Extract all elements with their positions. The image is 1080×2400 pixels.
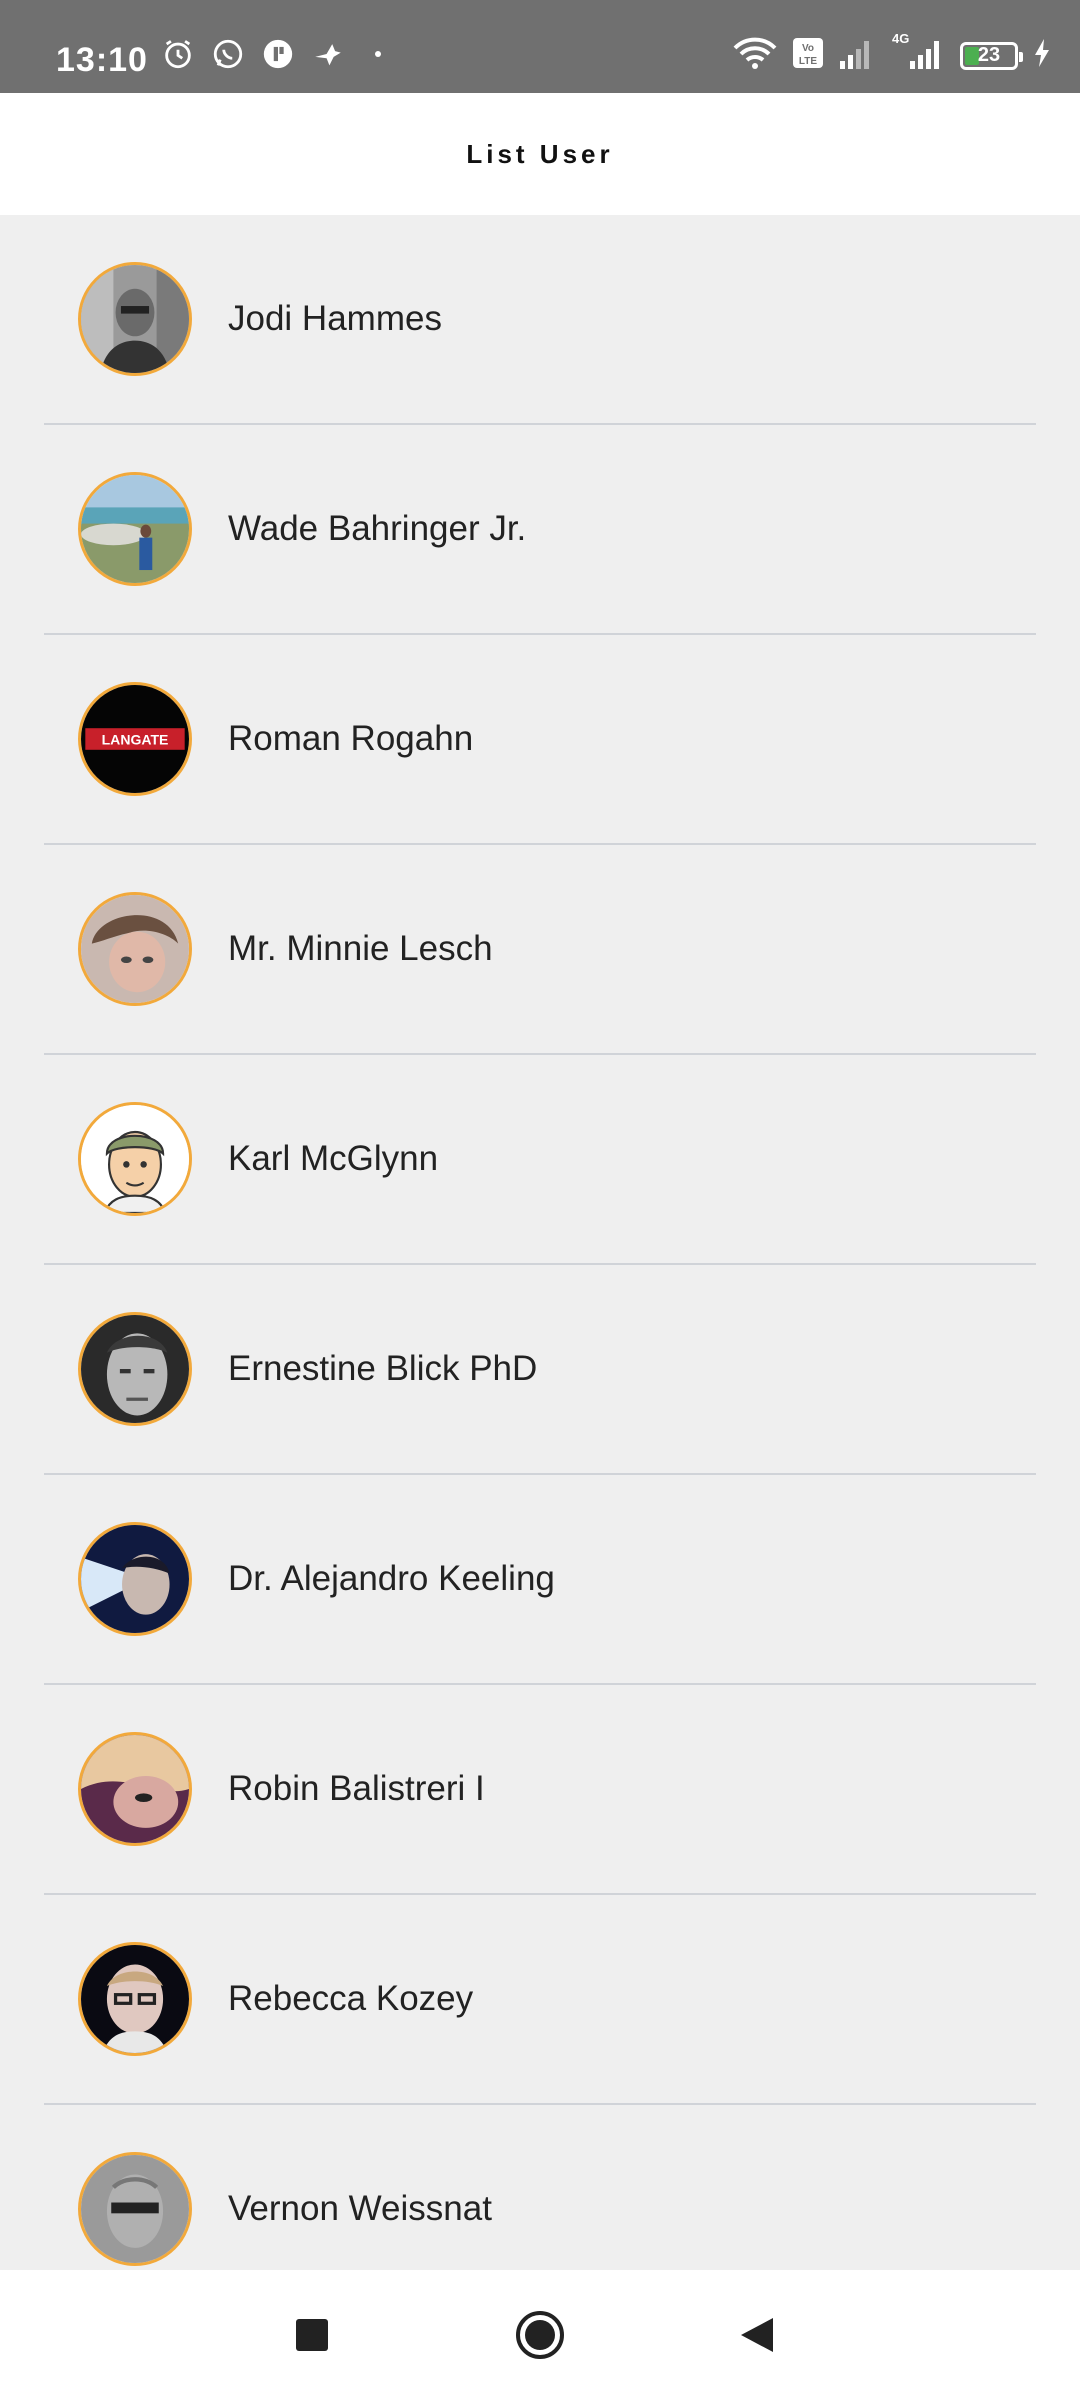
user-name: Vernon Weissnat	[228, 2189, 492, 2228]
back-button[interactable]	[717, 2295, 797, 2375]
user-name: Roman Rogahn	[228, 719, 474, 758]
list-item[interactable]: Dr. Alejandro Keeling	[44, 1475, 1036, 1685]
battery-icon: 23	[960, 41, 1023, 70]
list-item[interactable]: Karl McGlynn	[44, 1055, 1036, 1265]
network-type: 4G	[892, 31, 910, 46]
avatar	[78, 472, 192, 586]
alarm-icon	[160, 36, 196, 72]
signal-2-icon: 4G	[890, 31, 946, 74]
triangle-back-icon	[741, 2318, 773, 2352]
avatar	[78, 892, 192, 1006]
status-bar: 13:10 Vo LTE 4G 23	[0, 0, 1080, 93]
recent-apps-button[interactable]	[272, 2295, 352, 2375]
svg-text:Vo: Vo	[802, 43, 814, 54]
user-name: Rebecca Kozey	[228, 1979, 474, 2018]
whatsapp-icon	[210, 36, 246, 72]
page-title: List User	[466, 138, 614, 169]
volte-icon: Vo LTE	[792, 37, 824, 74]
list-item[interactable]: Rebecca Kozey	[44, 1895, 1036, 2105]
avatar: LANGATE	[78, 682, 192, 796]
user-name: Dr. Alejandro Keeling	[228, 1559, 555, 1598]
avatar	[78, 262, 192, 376]
list-item[interactable]: Mr. Minnie Lesch	[44, 845, 1036, 1055]
wifi-icon	[732, 36, 778, 75]
user-name: Robin Balistreri I	[228, 1769, 485, 1808]
home-button[interactable]	[500, 2295, 580, 2375]
avatar	[78, 1102, 192, 1216]
avatar	[78, 1732, 192, 1846]
app-notification-icon	[260, 36, 296, 72]
square-icon	[296, 2319, 328, 2351]
more-dot-icon	[360, 36, 396, 72]
system-icons: Vo LTE 4G 23	[732, 31, 1052, 75]
avatar	[78, 1312, 192, 1426]
user-list[interactable]: Jodi Hammes Wade Bahringer Jr. LANGATE R…	[44, 215, 1036, 2270]
svg-text:LTE: LTE	[799, 56, 817, 67]
status-time: 13:10	[56, 41, 148, 79]
notification-icons	[160, 36, 396, 72]
avatar	[78, 1942, 192, 2056]
navigation-bar	[0, 2270, 1080, 2400]
battery-level: 23	[977, 44, 1001, 66]
charging-icon	[1032, 37, 1052, 74]
bird-icon	[310, 36, 346, 72]
avatar	[78, 2152, 192, 2266]
avatar	[78, 1522, 192, 1636]
user-name: Jodi Hammes	[228, 299, 442, 338]
app-header: List User	[0, 93, 1080, 215]
user-name: Mr. Minnie Lesch	[228, 929, 493, 968]
list-item[interactable]: LANGATE Roman Rogahn	[44, 635, 1036, 845]
user-name: Wade Bahringer Jr.	[228, 509, 527, 548]
avatar-logo-text: LANGATE	[102, 731, 169, 747]
circle-icon	[516, 2311, 564, 2359]
list-item[interactable]: Ernestine Blick PhD	[44, 1265, 1036, 1475]
list-item[interactable]: Robin Balistreri I	[44, 1685, 1036, 1895]
user-name: Ernestine Blick PhD	[228, 1349, 538, 1388]
list-item[interactable]: Vernon Weissnat	[44, 2105, 1036, 2270]
signal-1-icon	[838, 37, 876, 74]
list-item[interactable]: Wade Bahringer Jr.	[44, 425, 1036, 635]
list-item[interactable]: Jodi Hammes	[44, 215, 1036, 425]
user-name: Karl McGlynn	[228, 1139, 439, 1178]
